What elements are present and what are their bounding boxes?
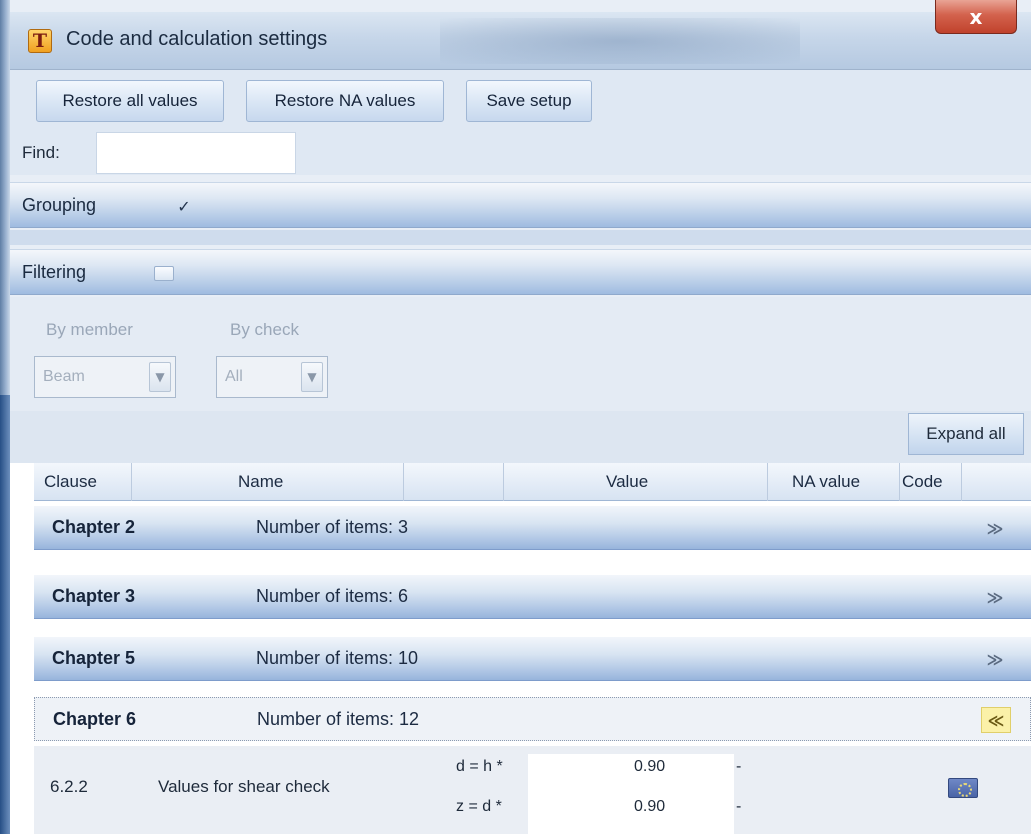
grouping-bar: Grouping ✓ (10, 182, 1031, 228)
grouping-checkbox[interactable]: ✓ (174, 197, 194, 216)
expand-chevron-icon[interactable]: ≫ (980, 646, 1010, 672)
chevron-down-icon: ▼ (301, 362, 323, 392)
find-input[interactable] (96, 132, 296, 174)
grouping-gap (10, 230, 1031, 245)
setting-value[interactable]: 0.90 (634, 798, 665, 816)
column-header-clause[interactable]: Clause (34, 463, 132, 501)
by-check-value: All (225, 368, 243, 385)
restore-na-values-button[interactable]: Restore NA values (246, 80, 444, 122)
setting-symbol: z = d * (456, 798, 502, 815)
filtering-checkbox[interactable] (154, 266, 174, 281)
chapter-group-row[interactable]: Chapter 3 Number of items: 6 ≫ (34, 575, 1031, 619)
setting-unit: - (736, 758, 742, 775)
setting-unit: - (736, 798, 742, 815)
window-title: Code and calculation settings (66, 28, 328, 50)
setting-symbol: d = h * (456, 758, 503, 775)
close-button[interactable]: x (935, 0, 1017, 34)
collapse-chevron-icon[interactable]: ≪ (981, 707, 1011, 733)
filtering-label: Filtering (22, 262, 87, 282)
grouping-label: Grouping (22, 195, 97, 215)
title-bar-glare (440, 18, 800, 64)
column-header-spacer (404, 463, 504, 501)
chapter-item-count: Number of items: 12 (257, 709, 420, 729)
chapter-item-count: Number of items: 6 (256, 586, 409, 606)
chevron-down-icon: ▼ (149, 362, 171, 392)
chapter-item-count: Number of items: 10 (256, 648, 419, 668)
by-member-dropdown[interactable]: Beam ▼ (34, 356, 176, 398)
filtering-bar: Filtering (10, 249, 1031, 295)
chapter-group-row[interactable]: Chapter 5 Number of items: 10 ≫ (34, 637, 1031, 681)
value-cell[interactable] (528, 754, 734, 834)
chapter-name: Chapter 3 (52, 586, 136, 606)
chapter-name: Chapter 6 (53, 709, 137, 729)
expand-chevron-icon[interactable]: ≫ (980, 515, 1010, 541)
window-left-edge-lower (0, 395, 10, 834)
by-member-label: By member (46, 320, 133, 339)
grid-header: Clause Name Value NA value Code (34, 463, 1031, 501)
expand-chevron-icon[interactable]: ≫ (980, 584, 1010, 610)
chapter-group-row[interactable]: Chapter 2 Number of items: 3 ≫ (34, 506, 1031, 550)
column-header-name[interactable]: Name (132, 463, 404, 501)
column-header-code[interactable]: Code (900, 463, 962, 501)
setting-value[interactable]: 0.90 (634, 758, 665, 776)
chapter-group-row-expanded[interactable]: Chapter 6 Number of items: 12 ≪ (34, 697, 1031, 741)
column-header-value[interactable]: Value (504, 463, 768, 501)
app-icon: T (28, 29, 52, 53)
expand-area (10, 411, 1031, 463)
settings-window: T Code and calculation settings x Restor… (0, 0, 1031, 834)
setting-name: Values for shear check (158, 777, 330, 796)
chapter-item-count: Number of items: 3 (256, 517, 409, 537)
app-icon-letter: T (32, 29, 48, 52)
column-header-na-value[interactable]: NA value (768, 463, 900, 501)
setting-row: 6.2.2 Values for shear check d = h * z =… (34, 746, 1031, 834)
title-bar: T Code and calculation settings (10, 12, 1031, 70)
find-label: Find: (22, 143, 60, 162)
by-check-label: By check (230, 320, 299, 339)
chapter-name: Chapter 2 (52, 517, 136, 537)
by-check-dropdown[interactable]: All ▼ (216, 356, 328, 398)
eu-flag-icon[interactable] (948, 778, 978, 798)
chapter-name: Chapter 5 (52, 648, 136, 668)
setting-clause: 6.2.2 (50, 777, 88, 796)
save-setup-button[interactable]: Save setup (466, 80, 592, 122)
by-member-value: Beam (43, 368, 85, 385)
close-icon: x (969, 4, 983, 29)
restore-all-values-button[interactable]: Restore all values (36, 80, 224, 122)
expand-all-button[interactable]: Expand all (908, 413, 1024, 455)
